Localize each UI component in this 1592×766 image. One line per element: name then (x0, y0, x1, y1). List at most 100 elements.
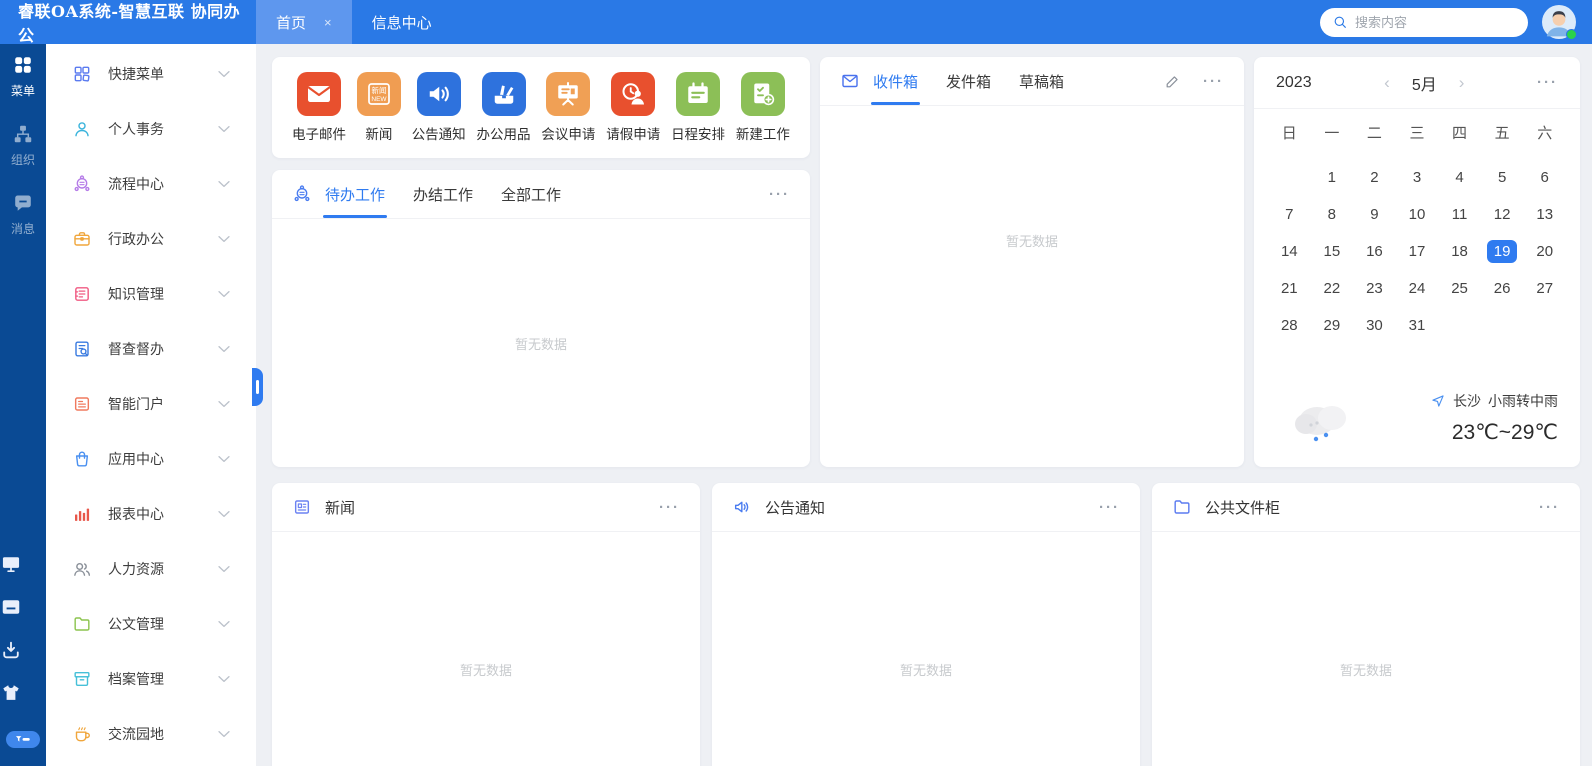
more-button[interactable]: ··· (1099, 499, 1120, 516)
sidebar-item-label: 交流园地 (108, 724, 164, 744)
calendar-date[interactable]: 4 (1438, 159, 1481, 196)
svg-text:NEW: NEW (371, 96, 387, 103)
calendar-date[interactable]: 26 (1481, 270, 1524, 307)
card-title: 公共文件柜 (1205, 497, 1280, 518)
calendar-date[interactable]: 10 (1396, 196, 1439, 233)
calendar-date[interactable]: 16 (1353, 233, 1396, 270)
collapse-toggle-button[interactable] (6, 731, 40, 748)
sidebar-item[interactable]: 督查督办 (46, 321, 256, 376)
rail-tool-icon[interactable] (0, 553, 22, 575)
sidebar-item[interactable]: 流程中心 (46, 156, 256, 211)
app-shortcut[interactable]: 新建工作 (736, 72, 790, 143)
rail-tool-icon[interactable] (0, 639, 22, 661)
calendar-date[interactable]: 28 (1268, 307, 1311, 344)
calendar-date[interactable]: 3 (1396, 159, 1439, 196)
sidebar-item-icon (72, 339, 92, 359)
more-button[interactable]: ··· (659, 499, 680, 516)
calendar-date[interactable]: 2 (1353, 159, 1396, 196)
rail-bottom (0, 545, 46, 766)
filter-toggle-icon (14, 735, 32, 744)
calendar-date[interactable]: 23 (1353, 270, 1396, 307)
app-shortcut[interactable]: 新闻NEW 新闻 (357, 72, 401, 143)
calendar-date[interactable]: 13 (1523, 196, 1566, 233)
calendar-date[interactable]: 22 (1311, 270, 1354, 307)
calendar-date[interactable]: 18 (1438, 233, 1481, 270)
weather-temperature: 23℃~29℃ (1430, 420, 1558, 445)
app-shortcut[interactable]: 电子邮件 (292, 72, 346, 143)
work-tab[interactable]: 全部工作 (501, 170, 561, 218)
next-month-button[interactable]: › (1459, 74, 1465, 91)
rail-tool-icon[interactable] (0, 596, 22, 618)
calendar-date[interactable]: 29 (1311, 307, 1354, 344)
sidebar-collapse-handle[interactable] (252, 368, 263, 406)
mail-tab[interactable]: 收件箱 (873, 57, 918, 105)
calendar-date[interactable]: 6 (1523, 159, 1566, 196)
sidebar-item[interactable]: 个人事务 (46, 101, 256, 156)
calendar-date[interactable] (1481, 307, 1524, 344)
rail-item[interactable]: 组织 (11, 123, 35, 168)
calendar-date[interactable]: 21 (1268, 270, 1311, 307)
calendar-grid: 1 2 3 4 (1254, 151, 1580, 344)
calendar-date[interactable]: 8 (1311, 196, 1354, 233)
sidebar-item[interactable]: 公文管理 (46, 596, 256, 651)
calendar-date[interactable]: 25 (1438, 270, 1481, 307)
more-button[interactable]: ··· (1539, 499, 1560, 516)
calendar-date[interactable]: 17 (1396, 233, 1439, 270)
calendar-date[interactable]: 19 (1481, 233, 1524, 270)
app-shortcut[interactable]: 日程安排 (671, 72, 725, 143)
sidebar-item[interactable]: 知识管理 (46, 266, 256, 321)
sidebar-item-label: 人力资源 (108, 559, 164, 579)
calendar-date[interactable]: 30 (1353, 307, 1396, 344)
sidebar-item[interactable]: 报表中心 (46, 486, 256, 541)
calendar-date[interactable]: 24 (1396, 270, 1439, 307)
calendar-date[interactable]: 31 (1396, 307, 1439, 344)
calendar-date[interactable]: 14 (1268, 233, 1311, 270)
page-tab[interactable]: 首页 × (256, 0, 352, 44)
calendar-date[interactable]: 1 (1311, 159, 1354, 196)
sidebar-item[interactable]: 应用中心 (46, 431, 256, 486)
sidebar-item-label: 行政办公 (108, 229, 164, 249)
app-shortcut[interactable]: 请假申请 (606, 72, 660, 143)
more-button[interactable]: ··· (769, 186, 790, 203)
rail-tool-icon[interactable] (0, 682, 22, 704)
search-input[interactable] (1355, 15, 1531, 30)
compose-icon[interactable] (1164, 73, 1181, 90)
calendar-date[interactable]: 5 (1481, 159, 1524, 196)
close-icon[interactable]: × (324, 15, 332, 30)
page-tab[interactable]: 信息中心 (352, 0, 452, 44)
app-shortcut[interactable]: 会议申请 (541, 72, 595, 143)
calendar-date[interactable]: 7 (1268, 196, 1311, 233)
sidebar-item[interactable]: 智能门户 (46, 376, 256, 431)
sidebar-item-label: 智能门户 (108, 394, 164, 414)
calendar-date[interactable]: 11 (1438, 196, 1481, 233)
work-tab[interactable]: 待办工作 (325, 170, 385, 218)
calendar-date[interactable]: 12 (1481, 196, 1524, 233)
calendar-year: 2023 (1276, 74, 1312, 92)
work-tab-label: 待办工作 (325, 184, 385, 205)
search-box[interactable] (1320, 8, 1528, 37)
rail-item[interactable]: 菜单 (11, 54, 35, 99)
calendar-date[interactable]: 27 (1523, 270, 1566, 307)
calendar-date[interactable]: 9 (1353, 196, 1396, 233)
prev-month-button[interactable]: ‹ (1384, 74, 1390, 91)
rail-item[interactable]: 消息 (11, 192, 35, 237)
mail-tab[interactable]: 发件箱 (946, 57, 991, 105)
more-button[interactable]: ··· (1537, 74, 1558, 91)
more-button[interactable]: ··· (1203, 73, 1224, 90)
work-tab[interactable]: 办结工作 (413, 170, 473, 218)
calendar-date[interactable]: 20 (1523, 233, 1566, 270)
sidebar-item[interactable]: 档案管理 (46, 651, 256, 706)
calendar-date[interactable]: 15 (1311, 233, 1354, 270)
sidebar-item[interactable]: 快捷菜单 (46, 46, 256, 101)
sidebar-item[interactable]: 行政办公 (46, 211, 256, 266)
calendar-date[interactable] (1268, 159, 1311, 196)
app-shortcut[interactable]: 公告通知 (412, 72, 466, 143)
calendar-date[interactable] (1523, 307, 1566, 344)
avatar[interactable] (1542, 5, 1576, 39)
app-shortcut[interactable]: 办公用品 (477, 72, 531, 143)
sidebar-item[interactable]: 交流园地 (46, 706, 256, 761)
calendar-date[interactable] (1438, 307, 1481, 344)
tab-label: 信息中心 (372, 12, 432, 33)
sidebar-item[interactable]: 人力资源 (46, 541, 256, 596)
mail-tab[interactable]: 草稿箱 (1019, 57, 1064, 105)
